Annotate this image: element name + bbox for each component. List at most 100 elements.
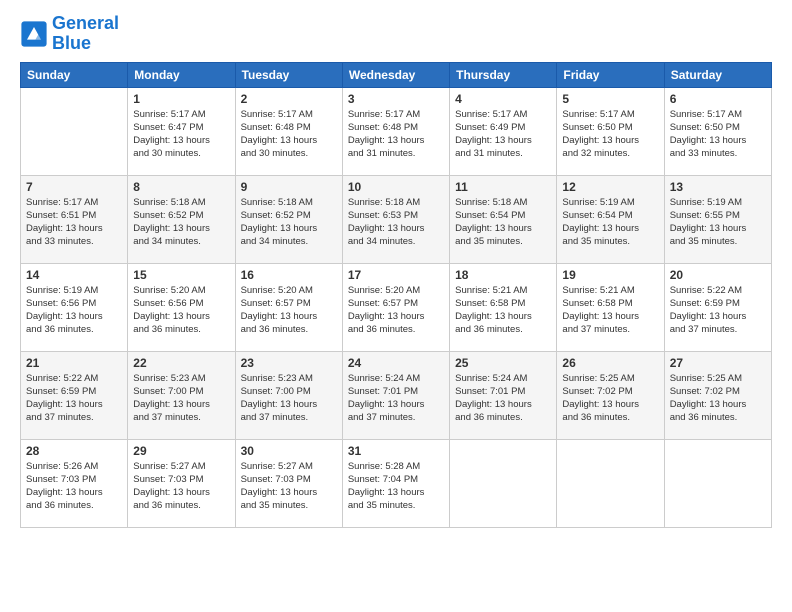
logo-text: General Blue [52,14,119,54]
week-row-5: 28Sunrise: 5:26 AM Sunset: 7:03 PM Dayli… [21,439,772,527]
day-info: Sunrise: 5:24 AM Sunset: 7:01 PM Dayligh… [455,372,551,425]
day-info: Sunrise: 5:18 AM Sunset: 6:53 PM Dayligh… [348,196,444,249]
day-number: 23 [241,356,337,370]
day-cell: 17 Sunrise: 5:20 AM Sunset: 6:57 PM Dayli… [342,263,449,351]
weekday-header-row: SundayMondayTuesdayWednesdayThursdayFrid… [21,62,772,87]
day-info: Sunrise: 5:18 AM Sunset: 6:52 PM Dayligh… [241,196,337,249]
logo-blue: Blue [52,33,91,53]
day-number: 6 [670,92,766,106]
day-info: Sunrise: 5:17 AM Sunset: 6:47 PM Dayligh… [133,108,229,161]
day-cell: 6 Sunrise: 5:17 AM Sunset: 6:50 PM Daylig… [664,87,771,175]
day-cell: 27Sunrise: 5:25 AM Sunset: 7:02 PM Dayli… [664,351,771,439]
day-cell: 15Sunrise: 5:20 AM Sunset: 6:56 PM Dayli… [128,263,235,351]
day-number: 12 [562,180,658,194]
day-cell: 5 Sunrise: 5:17 AM Sunset: 6:50 PM Daylig… [557,87,664,175]
day-info: Sunrise: 5:21 AM Sunset: 6:58 PM Dayligh… [455,284,551,337]
day-info: Sunrise: 5:28 AM Sunset: 7:04 PM Dayligh… [348,460,444,513]
weekday-monday: Monday [128,62,235,87]
day-cell: 24Sunrise: 5:24 AM Sunset: 7:01 PM Dayli… [342,351,449,439]
day-number: 29 [133,444,229,458]
day-number: 3 [348,92,444,106]
day-number: 31 [348,444,444,458]
week-row-4: 21Sunrise: 5:22 AM Sunset: 6:59 PM Dayli… [21,351,772,439]
day-info: Sunrise: 5:25 AM Sunset: 7:02 PM Dayligh… [670,372,766,425]
day-info: Sunrise: 5:17 AM Sunset: 6:48 PM Dayligh… [348,108,444,161]
day-number: 25 [455,356,551,370]
day-number: 17 [348,268,444,282]
day-number: 8 [133,180,229,194]
week-row-1: 1 Sunrise: 5:17 AM Sunset: 6:47 PM Daylig… [21,87,772,175]
day-cell: 2Sunrise: 5:17 AM Sunset: 6:48 PM Daylig… [235,87,342,175]
page: General Blue SundayMondayTuesdayWednesda… [0,0,792,612]
day-info: Sunrise: 5:27 AM Sunset: 7:03 PM Dayligh… [133,460,229,513]
day-number: 2 [241,92,337,106]
day-info: Sunrise: 5:27 AM Sunset: 7:03 PM Dayligh… [241,460,337,513]
day-cell: 4 Sunrise: 5:17 AM Sunset: 6:49 PM Daylig… [450,87,557,175]
day-info: Sunrise: 5:17 AM Sunset: 6:51 PM Dayligh… [26,196,122,249]
weekday-friday: Friday [557,62,664,87]
day-number: 7 [26,180,122,194]
day-info: Sunrise: 5:20 AM Sunset: 6:56 PM Dayligh… [133,284,229,337]
day-info: Sunrise: 5:17 AM Sunset: 6:50 PM Dayligh… [670,108,766,161]
day-info: Sunrise: 5:20 AM Sunset: 6:57 PM Dayligh… [241,284,337,337]
day-info: Sunrise: 5:17 AM Sunset: 6:50 PM Dayligh… [562,108,658,161]
day-info: Sunrise: 5:18 AM Sunset: 6:52 PM Dayligh… [133,196,229,249]
weekday-thursday: Thursday [450,62,557,87]
day-number: 24 [348,356,444,370]
day-cell: 7 Sunrise: 5:17 AM Sunset: 6:51 PM Daylig… [21,175,128,263]
day-number: 26 [562,356,658,370]
day-cell: 30 Sunrise: 5:27 AM Sunset: 7:03 PM Dayli… [235,439,342,527]
day-cell: 1 Sunrise: 5:17 AM Sunset: 6:47 PM Daylig… [128,87,235,175]
day-cell: 14 Sunrise: 5:19 AM Sunset: 6:56 PM Dayli… [21,263,128,351]
day-info: Sunrise: 5:19 AM Sunset: 6:55 PM Dayligh… [670,196,766,249]
day-number: 1 [133,92,229,106]
day-cell [450,439,557,527]
weekday-tuesday: Tuesday [235,62,342,87]
day-cell: 28Sunrise: 5:26 AM Sunset: 7:03 PM Dayli… [21,439,128,527]
day-info: Sunrise: 5:20 AM Sunset: 6:57 PM Dayligh… [348,284,444,337]
day-number: 4 [455,92,551,106]
day-cell: 22 Sunrise: 5:23 AM Sunset: 7:00 PM Dayli… [128,351,235,439]
day-number: 30 [241,444,337,458]
day-number: 22 [133,356,229,370]
weekday-wednesday: Wednesday [342,62,449,87]
day-info: Sunrise: 5:21 AM Sunset: 6:58 PM Dayligh… [562,284,658,337]
day-info: Sunrise: 5:23 AM Sunset: 7:00 PM Dayligh… [133,372,229,425]
day-info: Sunrise: 5:19 AM Sunset: 6:54 PM Dayligh… [562,196,658,249]
day-info: Sunrise: 5:19 AM Sunset: 6:56 PM Dayligh… [26,284,122,337]
day-cell: 16 Sunrise: 5:20 AM Sunset: 6:57 PM Dayli… [235,263,342,351]
day-cell: 31 Sunrise: 5:28 AM Sunset: 7:04 PM Dayli… [342,439,449,527]
logo: General Blue [20,14,119,54]
day-number: 14 [26,268,122,282]
day-cell: 3 Sunrise: 5:17 AM Sunset: 6:48 PM Daylig… [342,87,449,175]
day-number: 20 [670,268,766,282]
header: General Blue [20,10,772,54]
day-number: 16 [241,268,337,282]
day-info: Sunrise: 5:23 AM Sunset: 7:00 PM Dayligh… [241,372,337,425]
day-cell: 11Sunrise: 5:18 AM Sunset: 6:54 PM Dayli… [450,175,557,263]
day-info: Sunrise: 5:22 AM Sunset: 6:59 PM Dayligh… [26,372,122,425]
calendar-table: SundayMondayTuesdayWednesdayThursdayFrid… [20,62,772,528]
weekday-sunday: Sunday [21,62,128,87]
day-cell: 25 Sunrise: 5:24 AM Sunset: 7:01 PM Dayli… [450,351,557,439]
day-cell [664,439,771,527]
day-number: 13 [670,180,766,194]
day-cell: 21Sunrise: 5:22 AM Sunset: 6:59 PM Dayli… [21,351,128,439]
day-cell: 10Sunrise: 5:18 AM Sunset: 6:53 PM Dayli… [342,175,449,263]
weekday-saturday: Saturday [664,62,771,87]
day-number: 19 [562,268,658,282]
day-cell: 12 Sunrise: 5:19 AM Sunset: 6:54 PM Dayli… [557,175,664,263]
day-cell: 20Sunrise: 5:22 AM Sunset: 6:59 PM Dayli… [664,263,771,351]
day-number: 9 [241,180,337,194]
day-number: 5 [562,92,658,106]
day-info: Sunrise: 5:17 AM Sunset: 6:49 PM Dayligh… [455,108,551,161]
logo-general: General [52,13,119,33]
day-cell: 8 Sunrise: 5:18 AM Sunset: 6:52 PM Daylig… [128,175,235,263]
day-info: Sunrise: 5:25 AM Sunset: 7:02 PM Dayligh… [562,372,658,425]
day-cell: 23 Sunrise: 5:23 AM Sunset: 7:00 PM Dayli… [235,351,342,439]
day-number: 11 [455,180,551,194]
day-cell [21,87,128,175]
logo-icon [20,20,48,48]
day-cell: 29 Sunrise: 5:27 AM Sunset: 7:03 PM Dayli… [128,439,235,527]
day-cell: 19 Sunrise: 5:21 AM Sunset: 6:58 PM Dayli… [557,263,664,351]
